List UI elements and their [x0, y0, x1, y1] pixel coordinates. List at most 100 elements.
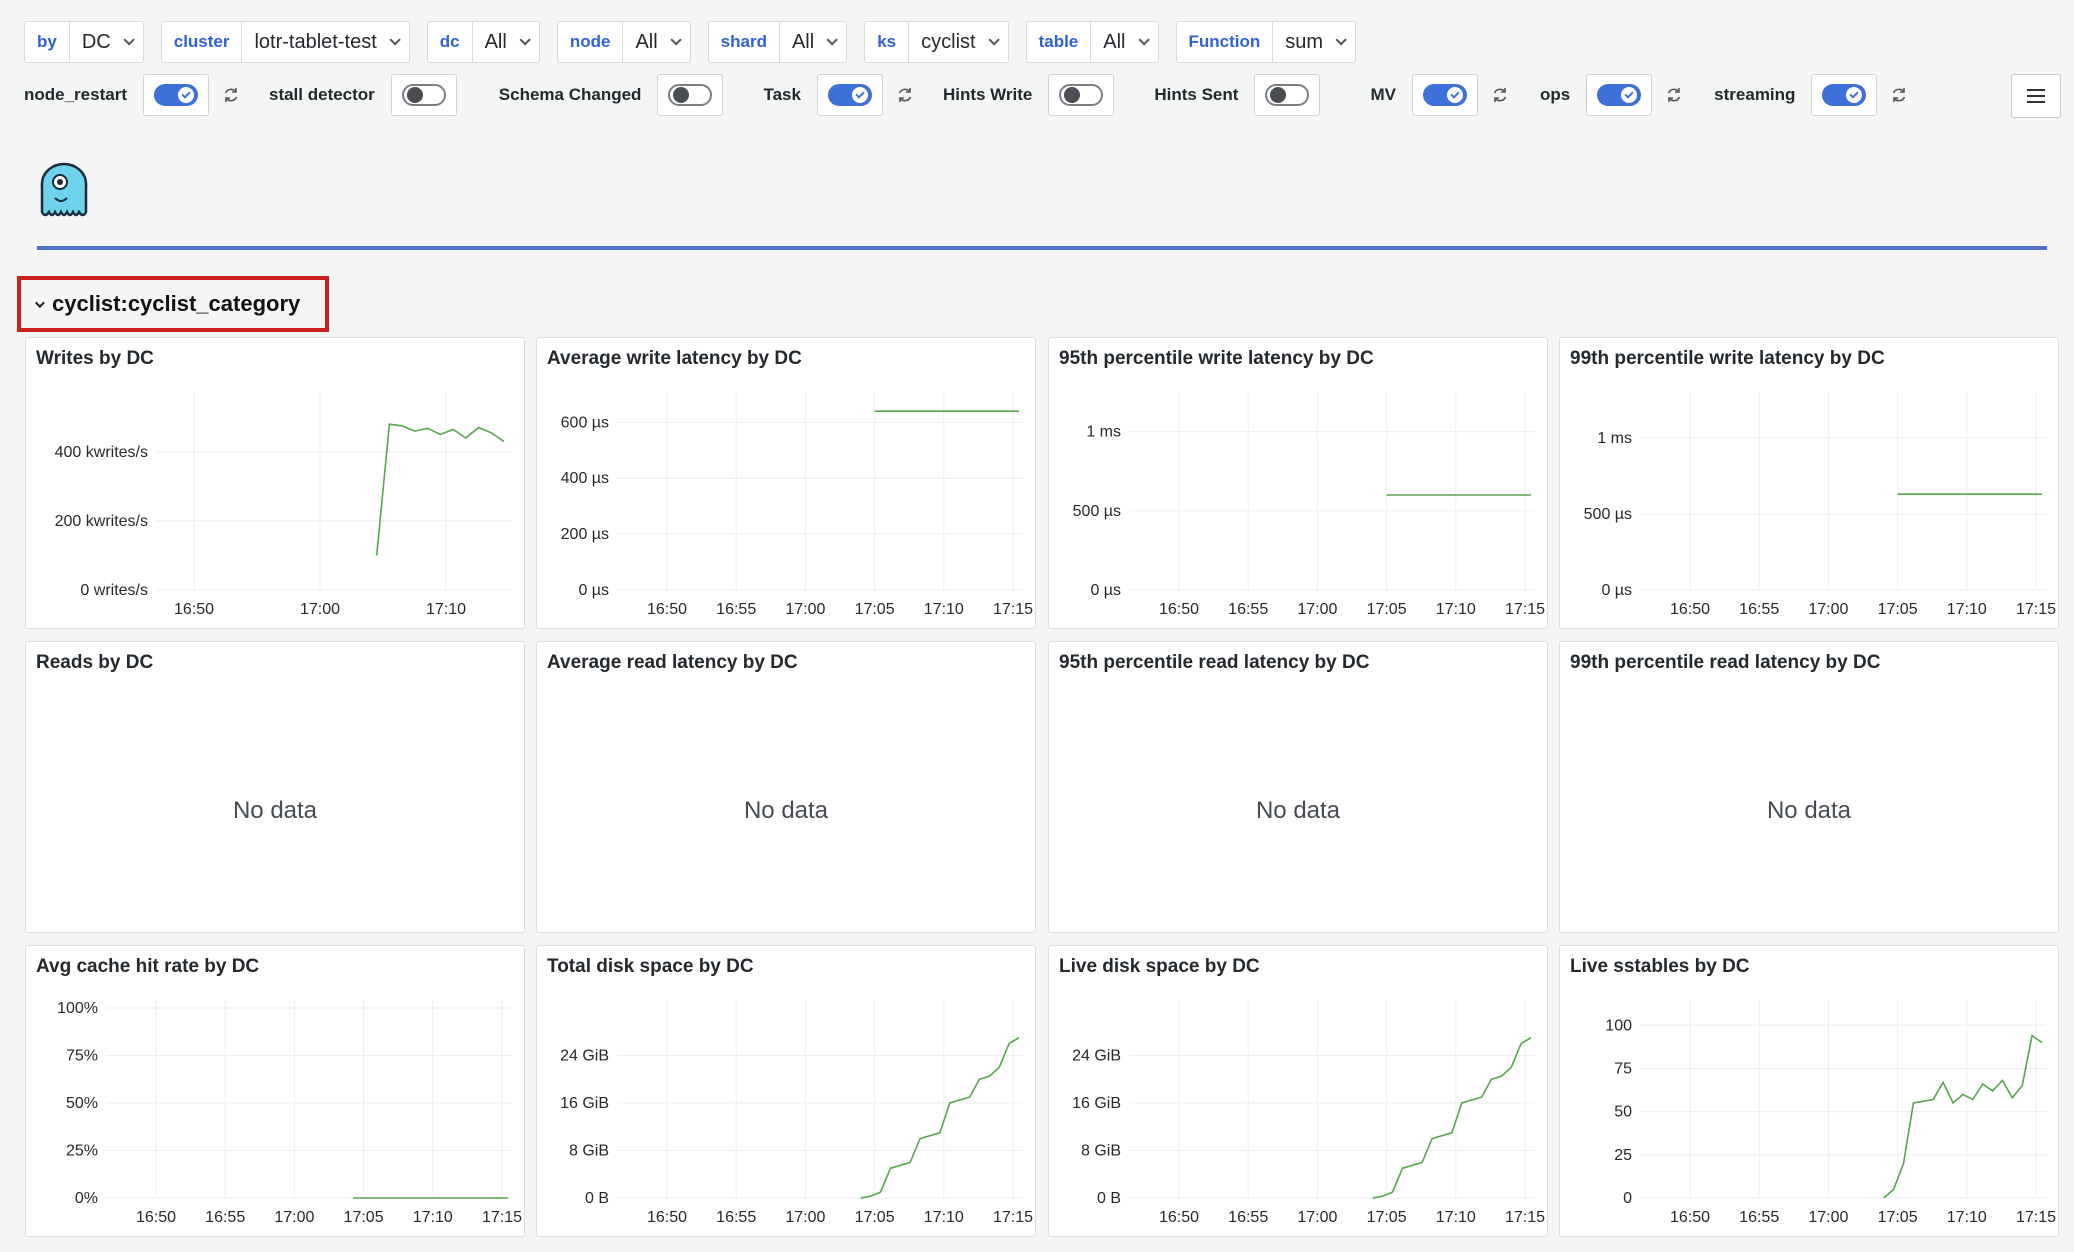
variable-select[interactable]: All: [623, 21, 691, 63]
panel-avg-cache-hit-rate-by-dc[interactable]: Avg cache hit rate by DC 0% 25% 50% 75% 100% 1…: [25, 945, 525, 1237]
chart: 0 B 8 GiB 16 GiB 24 GiB 16:50 16:55 17:00 17:05…: [1072, 1000, 1545, 1226]
x-tick-label: 17:15: [993, 1209, 1033, 1226]
variable-select[interactable]: lotr-tablet-test: [242, 21, 410, 63]
refresh-icon[interactable]: [1490, 85, 1510, 105]
x-tick-label: 17:05: [344, 1209, 384, 1226]
annotation-toggle[interactable]: [816, 74, 883, 116]
x-tick-label: 17:10: [1947, 601, 1987, 618]
menu-button[interactable]: [2011, 74, 2061, 118]
x-tick-label: 17:10: [924, 1209, 964, 1226]
x-tick-label: 17:00: [300, 601, 340, 618]
panel-95th-percentile-read-latency-by-dc[interactable]: 95th percentile read latency by DC No dat…: [1048, 641, 1548, 933]
annotation-toggle[interactable]: [1811, 74, 1878, 116]
chart: 0 25 50 75 100 16:50 16:55 17:00 17:05 17:10 17:15: [1605, 1000, 2056, 1226]
annotation-ops: ops: [1540, 74, 1684, 116]
panel-average-read-latency-by-dc[interactable]: Average read latency by DC No data: [536, 641, 1036, 933]
variable-ks: ks cyclist: [864, 21, 1009, 63]
panel-95th-percentile-write-latency-by-dc[interactable]: 95th percentile write latency by DC 0 µs 5…: [1048, 337, 1548, 629]
panel-99th-percentile-read-latency-by-dc[interactable]: 99th percentile read latency by DC No dat…: [1559, 641, 2059, 933]
row-title: cyclist:cyclist_category: [52, 291, 301, 316]
variable-cluster: cluster lotr-tablet-test: [160, 21, 410, 63]
panel-99th-percentile-write-latency-by-dc[interactable]: 99th percentile write latency by DC 0 µs 5…: [1559, 337, 2059, 629]
panel-live-sstables-by-dc[interactable]: Live sstables by DC 0 25 50 75 100 16:50 16:55 1…: [1559, 945, 2059, 1237]
annotation-toggle[interactable]: [1048, 74, 1115, 116]
y-tick-label: 200 kwrites/s: [55, 513, 148, 530]
x-tick-label: 16:55: [1228, 1209, 1268, 1226]
check-icon: [1624, 88, 1634, 99]
panel-writes-by-dc[interactable]: Writes by DC 0 writes/s 200 kwrites/s 400 k…: [25, 337, 525, 629]
chart: 0 writes/s 200 kwrites/s 400 kwrites/s 16:5…: [55, 392, 512, 618]
variable-label: cluster: [160, 21, 243, 63]
y-tick-label: 24 GiB: [560, 1048, 609, 1065]
y-tick-label: 24 GiB: [1072, 1048, 1121, 1065]
x-tick-label: 16:50: [647, 601, 687, 618]
check-icon: [1849, 88, 1860, 99]
y-tick-label: 50: [1614, 1104, 1632, 1121]
annotation-toggle[interactable]: [1586, 74, 1653, 116]
variable-select[interactable]: DC: [69, 21, 144, 63]
x-tick-label: 17:05: [1878, 601, 1918, 618]
annotation-toggle[interactable]: [1254, 74, 1321, 116]
y-tick-label: 8 GiB: [569, 1143, 609, 1160]
toggle-switch: [1422, 84, 1467, 106]
y-tick-label: 25%: [66, 1143, 98, 1160]
y-tick-label: 0 B: [1097, 1190, 1121, 1207]
variable-label: Function: [1175, 21, 1274, 63]
refresh-icon[interactable]: [221, 85, 241, 105]
toggle-switch: [1822, 84, 1867, 106]
series-line: [1372, 1037, 1532, 1199]
variable-select[interactable]: All: [779, 21, 848, 63]
variable-value: cyclist: [921, 30, 976, 53]
panel-live-disk-space-by-dc[interactable]: Live disk space by DC 0 B8 GiB 16 GiB 24 Gi…: [1048, 945, 1548, 1237]
x-tick-label: 17:10: [1436, 601, 1476, 618]
panel-title: 95th percentile read latency by DC: [1059, 652, 1370, 673]
variable-select[interactable]: All: [1091, 21, 1159, 63]
annotation-schema-changed: Schema Changed: [499, 74, 724, 116]
x-tick-label: 17:05: [1878, 1209, 1918, 1226]
panel-average-write-latency-by-dc[interactable]: Average write latency by DC 0 µs 200 µs 400…: [536, 337, 1036, 629]
variable-select[interactable]: All: [472, 21, 540, 63]
x-tick-label: 17:05: [1367, 601, 1407, 618]
annotations-bar: node_restart stall detector Schema Changed…: [24, 74, 1929, 116]
panel-reads-by-dc[interactable]: Reads by DC No data: [25, 641, 525, 933]
annotation-toggle[interactable]: [390, 74, 457, 116]
chevron-down-icon: [34, 297, 45, 308]
annotation-label: Task: [763, 85, 801, 104]
x-tick-label: 17:00: [274, 1209, 314, 1226]
annotation-hints-sent: Hints Sent: [1154, 74, 1321, 116]
annotation-task: Task: [763, 74, 915, 116]
annotation-streaming: streaming: [1714, 74, 1909, 116]
x-tick-label: 17:10: [426, 601, 466, 618]
annotation-toggle[interactable]: [657, 74, 724, 116]
x-tick-label: 17:00: [785, 1209, 825, 1226]
refresh-icon[interactable]: [1664, 85, 1684, 105]
x-tick-label: 17:00: [785, 601, 825, 618]
no-data-message: No data: [1766, 797, 1852, 824]
x-tick-label: 17:15: [1505, 1209, 1545, 1226]
annotation-toggle[interactable]: [1411, 74, 1478, 116]
x-tick-label: 16:55: [1739, 601, 1779, 618]
panel-total-disk-space-by-dc[interactable]: Total disk space by DC 0 B8 GiB 16 GiB 24 G…: [536, 945, 1036, 1237]
x-tick-label: 16:55: [716, 1209, 756, 1226]
refresh-icon[interactable]: [895, 85, 915, 105]
x-tick-label: 16:55: [716, 601, 756, 618]
x-tick-label: 17:00: [1808, 601, 1848, 618]
y-tick-label: 0 µs: [1601, 582, 1632, 599]
annotation-toggle[interactable]: [142, 74, 209, 116]
y-tick-label: 0 writes/s: [80, 582, 148, 599]
row-header[interactable]: cyclist:cyclist_category: [17, 276, 329, 332]
y-tick-label: 8 GiB: [1081, 1143, 1121, 1160]
chevron-down-icon: [389, 34, 401, 46]
variable-by: by DC: [24, 21, 144, 63]
refresh-icon[interactable]: [1889, 85, 1909, 105]
variable-select[interactable]: sum: [1273, 21, 1357, 63]
toggle-switch: [153, 84, 198, 106]
variable-select[interactable]: cyclist: [909, 21, 1009, 63]
toggle-switch: [1597, 84, 1642, 106]
variable-function: Function sum: [1175, 21, 1357, 63]
toggle-switch: [827, 84, 872, 106]
x-tick-label: 16:50: [1670, 601, 1710, 618]
x-tick-label: 16:55: [205, 1209, 245, 1226]
chevron-down-icon: [1137, 34, 1150, 46]
y-tick-label: 0: [1623, 1190, 1632, 1207]
